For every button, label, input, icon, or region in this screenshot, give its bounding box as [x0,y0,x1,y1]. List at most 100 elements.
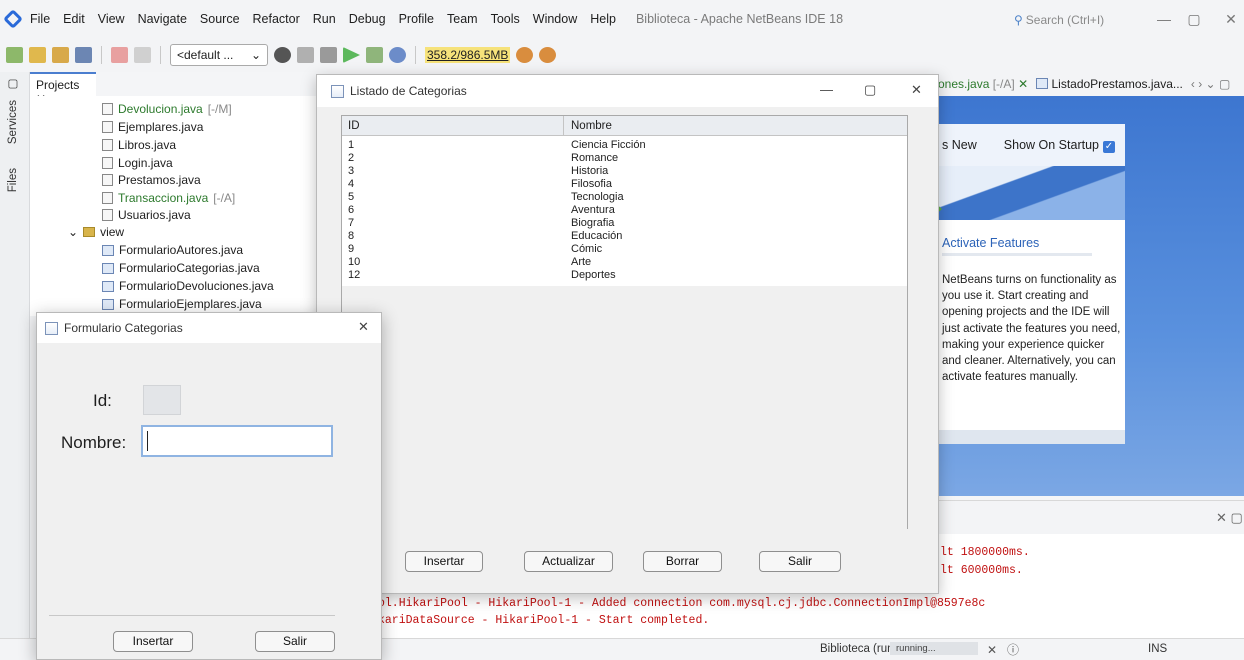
tree-item[interactable]: FormularioEjemplares.java [102,297,262,311]
run-icon[interactable] [343,47,360,63]
services-tab[interactable]: Services [7,100,19,144]
table-row[interactable]: 9 Cómic [342,243,907,256]
close-icon[interactable]: ✕ [1018,77,1028,91]
menu-source[interactable]: Source [200,12,240,26]
editor-tab-label: ListadoPrestamos.java... [1051,77,1183,91]
insertar-button[interactable]: Insertar [113,631,193,652]
nombre-input[interactable] [141,425,333,457]
menu-help[interactable]: Help [590,12,616,26]
tree-item[interactable]: Transaccion.java [-/A] [102,191,235,205]
column-header-id[interactable]: ID [348,120,360,132]
editor-tab-2[interactable]: ListadoPrestamos.java... [1036,77,1183,91]
tree-item[interactable]: Ejemplares.java [102,120,203,134]
cell-nombre: Romance [571,152,619,164]
menu-edit[interactable]: Edit [63,12,85,26]
minimize-button[interactable]: — [1155,10,1173,28]
cell-id: 8 [348,230,355,242]
restore-icon[interactable]: ▢ [7,78,21,92]
tree-item-label: Ejemplares.java [118,120,204,134]
search-box[interactable]: ⚲ Search (Ctrl+I) [1014,13,1120,27]
debug-icon[interactable] [366,47,383,63]
tree-item-package[interactable]: ⌄ view [68,225,124,239]
table-row[interactable]: 8 Educación [342,230,907,243]
files-tab[interactable]: Files [7,168,19,192]
memory-indicator[interactable]: 358.2/986.5MB [425,47,511,63]
show-on-startup[interactable]: Show On Startup ✓ [1004,138,1115,153]
projects-tab[interactable]: Projects ✕ [30,72,96,106]
tree-item[interactable]: FormularioDevoluciones.java [102,279,274,293]
maximize-button[interactable]: ▢ [1185,10,1203,28]
cell-id: 12 [348,269,361,281]
tree-item-label: FormularioEjemplares.java [119,297,262,311]
tree-item-label: Transaccion.java [118,191,209,205]
new-file-icon[interactable] [29,47,46,63]
hammer-icon[interactable] [297,47,314,63]
minimize-button[interactable]: — [820,82,833,97]
chevron-down-icon[interactable]: ⌄ [68,225,78,239]
package-icon [83,227,96,237]
tree-item[interactable]: Libros.java [102,138,176,152]
whats-new-tab[interactable]: s New [942,138,977,152]
menu-view[interactable]: View [98,12,125,26]
editor-tab-1[interactable]: ones.java [-/A] ✕ [938,77,1028,91]
maximize-button[interactable]: ▢ [864,82,876,98]
close-button[interactable]: ✕ [1222,10,1240,28]
menu-tools[interactable]: Tools [491,12,520,26]
insertar-button[interactable]: Insertar [405,551,483,572]
tree-item[interactable]: Usuarios.java [102,208,191,222]
cancel-task-icon[interactable]: ✕ ⓘ [987,641,1019,658]
table-row[interactable]: 6 Aventura [342,204,907,217]
gc-icon[interactable] [516,47,534,63]
menu-team[interactable]: Team [447,12,478,26]
formulario-title-bar[interactable]: Formulario Categorias ✕ [37,313,381,343]
output-line: kariDataSource - HikariPool-1 - Start co… [378,614,710,627]
listado-title-bar[interactable]: Listado de Categorias — ▢ ✕ [317,75,938,107]
menu-profile[interactable]: Profile [399,12,434,26]
tree-item[interactable]: Devolucion.java [-/M] [102,102,232,116]
tree-item[interactable]: FormularioAutores.java [102,243,243,257]
salir-button[interactable]: Salir [759,551,841,572]
menu-debug[interactable]: Debug [349,12,386,26]
new-project-icon[interactable] [6,47,23,63]
menu-file[interactable]: File [30,12,50,26]
activate-features-text: NetBeans turns on functionality as you u… [942,274,1121,384]
column-divider[interactable] [563,116,564,136]
globe-icon[interactable] [274,47,291,63]
cell-nombre: Historia [571,165,609,177]
tab-navigation-icon[interactable]: ‹ › ⌄ ▢ [1191,77,1230,91]
close-button[interactable]: ✕ [358,319,369,335]
tree-item[interactable]: Prestamos.java [102,173,201,187]
status-run-label[interactable]: Biblioteca (run) [820,643,897,655]
menu-refactor[interactable]: Refactor [253,12,300,26]
column-header-nombre[interactable]: Nombre [571,120,612,132]
salir-button[interactable]: Salir [255,631,335,652]
tree-item[interactable]: Login.java [102,156,173,170]
profile-icon[interactable] [389,47,406,63]
table-row[interactable]: 3 Historia [342,165,907,178]
table-row[interactable]: 1 Ciencia Ficción [342,139,907,152]
menu-window[interactable]: Window [533,12,577,26]
undo-icon[interactable] [111,47,128,63]
tree-item[interactable]: FormularioCategorias.java [102,261,260,275]
close-button[interactable]: ✕ [911,82,922,98]
clean-build-icon[interactable] [320,47,337,63]
table-row[interactable]: 4 Filosofia [342,178,907,191]
config-select[interactable]: <default ... ⌄ [170,44,268,66]
gc-icon-2[interactable] [539,47,557,63]
table-row[interactable]: 12 Deportes [342,269,907,282]
menu-run[interactable]: Run [313,12,336,26]
menu-navigate[interactable]: Navigate [138,12,187,26]
table-row[interactable]: 2 Romance [342,152,907,165]
actualizar-button[interactable]: Actualizar [524,551,613,572]
open-project-icon[interactable] [52,47,69,63]
table-row[interactable]: 7 Biografia [342,217,907,230]
borrar-button[interactable]: Borrar [643,551,722,572]
java-file-icon [102,209,113,221]
table-row[interactable]: 10 Arte [342,256,907,269]
editor-tab-tag: [-/A] [992,77,1015,91]
checkbox-checked-icon[interactable]: ✓ [1103,140,1115,153]
table-row[interactable]: 5 Tecnologia [342,191,907,204]
redo-icon[interactable] [134,47,151,63]
save-all-icon[interactable] [75,47,92,63]
close-icon[interactable]: ✕ ▢ [1216,510,1243,526]
